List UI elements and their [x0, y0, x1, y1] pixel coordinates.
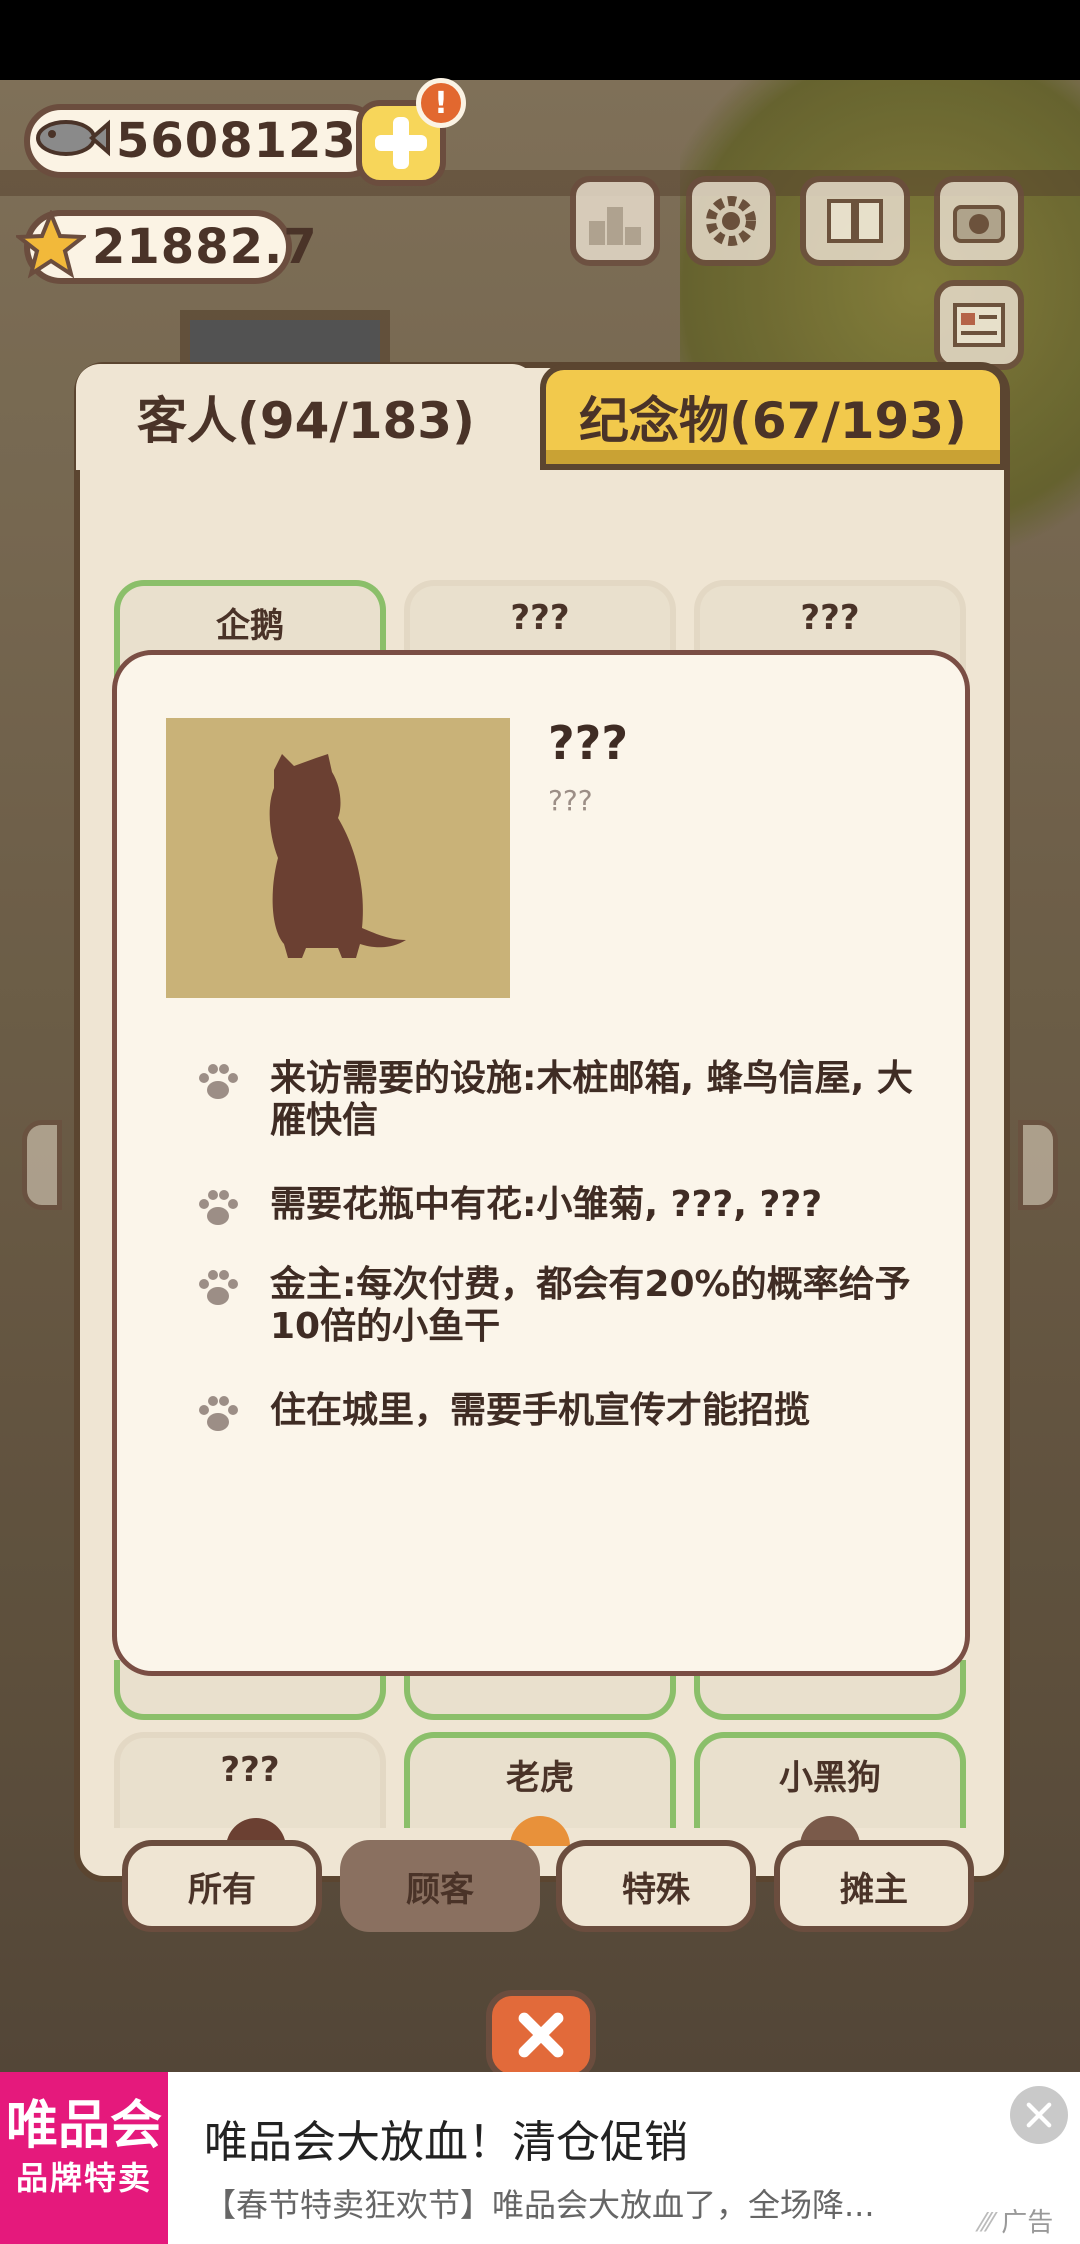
- next-arrow[interactable]: [1018, 1120, 1058, 1210]
- paw-icon: [199, 1190, 238, 1225]
- ranking-button[interactable]: [570, 176, 660, 266]
- unknown-guest-silhouette: [269, 754, 406, 958]
- filter-label: 特殊: [622, 1869, 690, 1910]
- guest-name: ???: [220, 1750, 280, 1790]
- trait-text: 住在城里，需要手机宣传才能招揽: [270, 1390, 811, 1431]
- camera-button[interactable]: [934, 176, 1024, 266]
- camera-icon: [953, 205, 1005, 243]
- tab-souvenirs-label: 纪念物(67/193): [579, 392, 967, 450]
- fish-icon: [36, 119, 110, 157]
- filter-all[interactable]: 所有: [122, 1840, 322, 1932]
- tab-guests-label: 客人(94/183): [137, 392, 475, 450]
- close-icon: [1026, 2102, 1052, 2128]
- ad-mark-icon: ⁄⁄⁄: [980, 2208, 1002, 2238]
- paw-icon: [199, 1064, 238, 1099]
- filter-label: 所有: [188, 1869, 256, 1910]
- list-item[interactable]: 小黑狗: [694, 1732, 966, 1846]
- newspaper-button[interactable]: [934, 280, 1024, 370]
- tab-souvenirs[interactable]: 纪念物(67/193): [540, 364, 1006, 470]
- podium-icon: [589, 207, 641, 245]
- trait-text: 金主:每次付费，都会有20%的概率给予10倍的小鱼干: [270, 1264, 911, 1347]
- close-icon: [518, 2012, 564, 2058]
- ad-tag-label: 广告: [1001, 2208, 1054, 2238]
- ad-title: 唯品会大放血！清仓促销: [204, 2117, 688, 2168]
- newspaper-icon: [953, 303, 1005, 347]
- filter-customers[interactable]: 顾客: [340, 1840, 540, 1932]
- settings-button[interactable]: [686, 176, 776, 266]
- tab-guests[interactable]: 客人(94/183): [76, 364, 536, 470]
- paw-icon: [199, 1396, 238, 1431]
- close-button[interactable]: [486, 1990, 596, 2080]
- filter-vendors[interactable]: 摊主: [774, 1840, 974, 1932]
- guestbook-button[interactable]: [800, 176, 910, 266]
- list-item[interactable]: 老虎: [404, 1732, 676, 1846]
- filter-special[interactable]: 特殊: [556, 1840, 756, 1932]
- ad-banner[interactable]: 唯品会 品牌特卖 唯品会大放血！清仓促销 【春节特卖狂欢节】唯品会大放血了，全场…: [0, 2072, 1080, 2244]
- filter-label: 摊主: [840, 1869, 908, 1910]
- ad-logo: 唯品会 品牌特卖: [0, 2072, 168, 2244]
- paw-icon: [199, 1270, 238, 1305]
- book-icon: [827, 199, 883, 243]
- alert-badge: !: [416, 78, 466, 128]
- guest-subtitle: ???: [548, 784, 593, 817]
- trait-text: 需要花瓶中有花:小雏菊, ???, ???: [270, 1184, 823, 1225]
- star-icon: [16, 210, 86, 279]
- star-count: 21882.7: [92, 219, 318, 275]
- fish-count: 5608123: [116, 113, 357, 169]
- ad-close-button[interactable]: [1010, 2086, 1068, 2144]
- prev-arrow[interactable]: [22, 1120, 62, 1210]
- list-item[interactable]: ???: [114, 1732, 386, 1848]
- guest-portrait: [166, 718, 510, 998]
- ad-tag: ⁄⁄⁄ 广告: [980, 2202, 1053, 2239]
- ad-logo-line1: 唯品会: [5, 2096, 162, 2156]
- gear-icon: [706, 196, 756, 246]
- trait-text: 来访需要的设施:木桩邮箱, 蜂鸟信屋, 大雁快信: [270, 1058, 913, 1141]
- ad-body: 【春节特卖狂欢节】唯品会大放血了，全场降...: [204, 2186, 875, 2224]
- guest-name-title: ???: [548, 716, 629, 770]
- filter-label: 顾客: [406, 1869, 474, 1910]
- ad-logo-line2: 品牌特卖: [15, 2159, 152, 2197]
